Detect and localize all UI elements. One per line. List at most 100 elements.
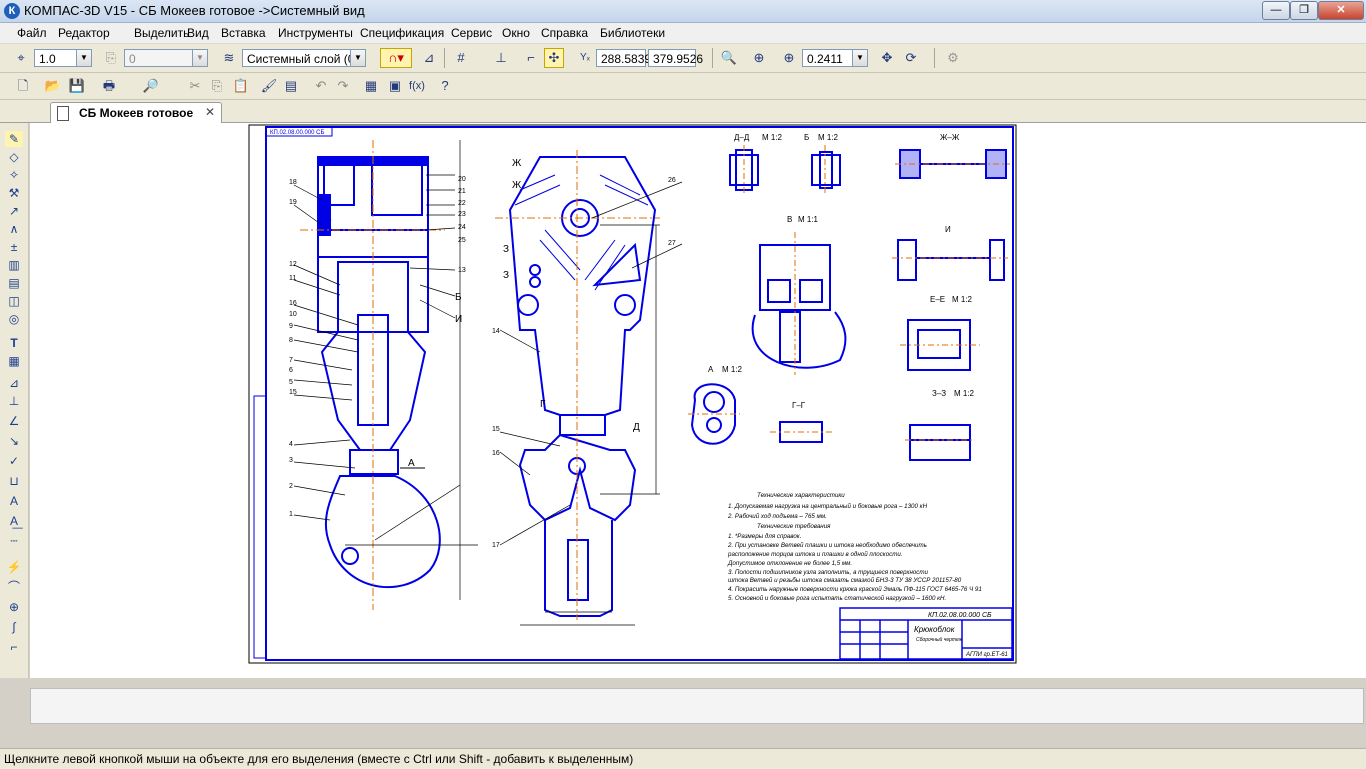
chevron-down-icon[interactable]: ▼ [852,50,867,66]
pan-icon[interactable]: ✥ [878,49,896,67]
view-b-marker: Б [455,292,462,303]
svg-text:Ж: Ж [512,158,522,169]
zoom-select[interactable]: 0.2411 ▼ [802,49,868,67]
format-brush-icon[interactable]: 🖌 [260,77,278,95]
report-icon[interactable]: ▤ [5,275,23,291]
preview-icon[interactable]: 🔎 [142,77,160,95]
drawing-canvas[interactable]: КП.02.08.00.000 СБ 18 19 12 11 16 10 9 8… [30,123,1366,678]
menu-select[interactable]: Выделить [134,26,189,40]
line-dimension-icon[interactable]: ⊿ [5,375,23,391]
chevron-down-icon[interactable]: ▼ [76,50,91,66]
cursor-icon[interactable]: ⌒ [5,579,23,595]
designation-icon[interactable]: A͟ [5,513,23,529]
table-icon[interactable]: ▦ [5,353,23,369]
snap-grid-icon[interactable]: ⌖ [12,49,30,67]
menu-help[interactable]: Справка [541,26,588,40]
snap-point-icon[interactable]: ✣ [544,48,564,68]
lightning-icon[interactable]: ⚡ [5,559,23,575]
menu-specification[interactable]: Спецификация [360,26,444,40]
tech-notes-title: Технические характеристики [757,492,845,499]
layer-number-select[interactable]: 0 ▼ [124,49,208,67]
svg-text:З: З [503,244,509,255]
menu-window[interactable]: Окно [502,26,530,40]
chevron-down-icon[interactable]: ▼ [192,50,207,66]
library-icon[interactable]: ▣ [386,77,404,95]
svg-text:Ж: Ж [512,180,522,191]
parameter-icon[interactable]: ∧ [5,221,23,237]
layer-step-icon[interactable]: ⎘ [102,49,120,67]
ortho-mode-icon[interactable]: ⌐ [522,49,540,67]
chain-icon[interactable]: ⌐ [5,639,23,655]
grid-icon[interactable]: # [452,49,470,67]
cut-icon[interactable]: ✂ [186,77,204,95]
zoom-in-icon[interactable]: ⊕ [780,49,798,67]
axis-icon[interactable]: ┄ [5,533,23,549]
radius-icon[interactable]: ↘ [5,433,23,449]
snap-magnet-icon[interactable]: ∩▾ [380,48,412,68]
svg-text:11: 11 [289,275,296,282]
geometry-icon[interactable]: ✎ [5,131,23,147]
layer-name-select[interactable]: Системный слой (0) ▼ [242,49,366,67]
redo-icon[interactable]: ↷ [334,77,352,95]
close-button[interactable]: ✕ [1318,1,1364,20]
zoom-all-icon[interactable]: ⊕ [750,49,768,67]
chevron-down-icon[interactable]: ▼ [350,50,365,66]
new-document-icon[interactable]: 🗋 [14,77,32,95]
section-zhzh-title: Ж–Ж [940,133,960,142]
undo-icon[interactable]: ↶ [312,77,330,95]
menu-libraries[interactable]: Библиотеки [600,26,665,40]
svg-text:Д: Д [633,422,640,433]
layers-icon[interactable]: ≋ [220,49,238,67]
variables-icon[interactable]: f(x) [408,77,426,95]
close-tab-icon[interactable]: ✕ [205,105,215,119]
measure-icon[interactable]: ± [5,239,23,255]
drawing-document-icon [57,106,69,121]
point-icon[interactable]: ⊕ [5,599,23,615]
angle-dimension-icon[interactable]: ∠ [5,413,23,429]
section-ee-title: Е–Е [930,295,945,304]
coord-y-field[interactable]: 379.9526 [648,49,703,67]
view-icon[interactable]: ◎ [5,311,23,327]
local-cs-icon[interactable]: ⊥ [492,49,510,67]
hammer-icon[interactable]: ⚒ [5,185,23,201]
menu-editor[interactable]: Редактор [58,26,110,40]
maximize-button[interactable]: ❐ [1290,1,1318,20]
leader-icon[interactable]: ⊥ [5,393,23,409]
base-icon[interactable]: ⊔ [5,473,23,489]
minimize-button[interactable]: — [1262,1,1290,20]
edit-icon[interactable]: ↗ [5,203,23,219]
menu-insert[interactable]: Вставка [221,26,266,40]
print-icon[interactable]: 🖶 [100,77,118,95]
svg-text:23: 23 [458,211,466,218]
open-icon[interactable]: 📂 [44,77,62,95]
manager-icon[interactable]: ▦ [362,77,380,95]
roughness-icon[interactable]: ✓ [5,453,23,469]
spec-icon[interactable]: ◫ [5,293,23,309]
text-icon[interactable]: T [5,335,23,351]
kompas-app-icon[interactable]: К [4,3,20,19]
zoom-window-icon[interactable]: 🔍 [720,49,738,67]
section-dd-scale: М 1:2 [762,133,783,142]
shape-icon[interactable]: ◇ [5,149,23,165]
save-icon[interactable]: 💾 [68,77,86,95]
orthogonal-icon[interactable]: ⊿ [420,49,438,67]
document-tab[interactable]: СБ Мокеев готовое ✕ [50,102,222,123]
copy-icon[interactable]: ⎘ [208,77,226,95]
spline-icon[interactable]: ∫ [5,619,23,635]
properties-panel-icon[interactable]: ▤ [282,77,300,95]
select-icon[interactable]: ▥ [5,257,23,273]
dimension-icon[interactable]: ✧ [5,167,23,183]
tolerance-icon[interactable]: A [5,493,23,509]
menu-service[interactable]: Сервис [451,26,492,40]
menu-view[interactable]: Вид [187,26,209,40]
properties-icon[interactable]: ⚙ [944,49,962,67]
menu-file[interactable]: Файл [17,26,47,40]
paste-icon[interactable]: 📋 [232,77,250,95]
coord-x-field[interactable]: 288.5839 [596,49,651,67]
scale-select[interactable]: 1.0 ▼ [34,49,92,67]
status-text: Щелкните левой кнопкой мыши на объекте д… [4,752,634,766]
help-pointer-icon[interactable]: ? [436,77,454,95]
compact-toolbar: ✎ ◇ ✧ ⚒ ↗ ∧ ± ▥ ▤ ◫ ◎ T ▦ ⊿ ⊥ ∠ ↘ ✓ ⊔ A … [0,123,29,678]
menu-tools[interactable]: Инструменты [278,26,353,40]
refresh-icon[interactable]: ⟳ [902,49,920,67]
